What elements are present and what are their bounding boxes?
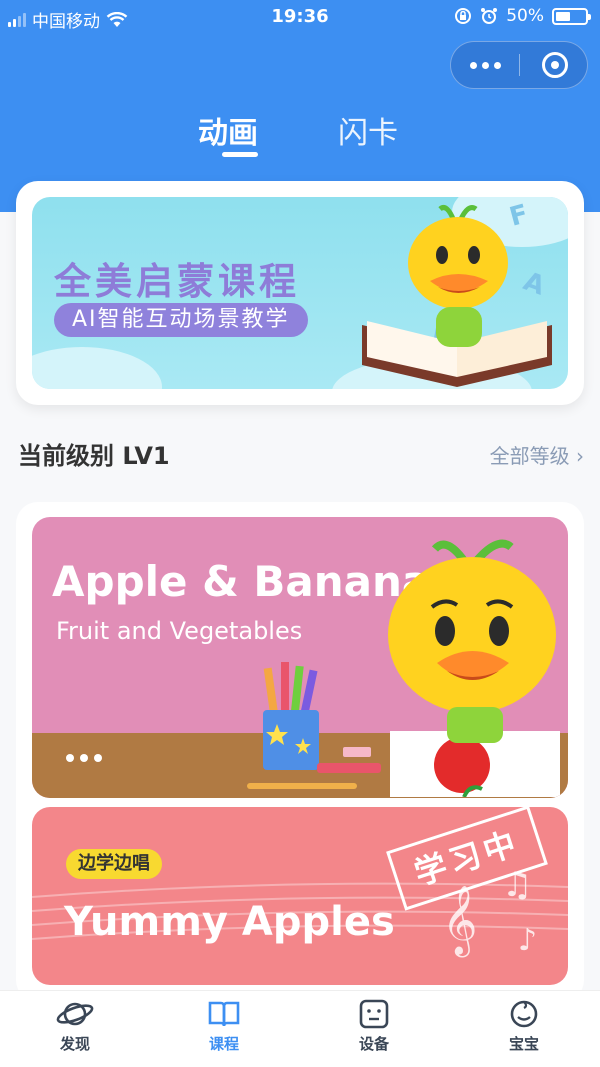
nav-item-courses[interactable]: 课程 <box>174 999 274 1054</box>
nav-label: 宝宝 <box>508 1035 539 1053</box>
music-note-icon: ♪ <box>518 923 538 958</box>
book-icon <box>208 1001 240 1027</box>
current-level-title: 当前级别 LV1 <box>18 442 170 470</box>
duck-mascot-illustration <box>388 539 556 743</box>
nav-label: 课程 <box>208 1035 239 1053</box>
nav-label: 设备 <box>358 1035 389 1053</box>
course-title: Yummy Apples <box>64 899 395 945</box>
banner-subtitle: AI智能互动场景教学 <box>54 303 308 337</box>
course-more-icon[interactable] <box>66 754 102 762</box>
nav-label: 发现 <box>59 1035 90 1053</box>
tab-flashcards[interactable]: 闪卡 <box>338 108 398 152</box>
course-card-apple-banana[interactable]: Apple & Banana Fruit and Vegetables <box>32 517 568 798</box>
treble-clef-icon: 𝄞 <box>442 885 478 955</box>
course-subtitle: Fruit and Vegetables <box>56 617 303 645</box>
promo-banner[interactable]: 全美启蒙课程 AI智能互动场景教学 F A A <box>32 197 568 389</box>
music-note-icon: ♫ <box>502 865 533 905</box>
course-list-card: Apple & Banana Fruit and Vegetables 边学边唱… <box>16 502 584 1002</box>
brush-and-crayon-illustration <box>247 747 381 789</box>
banner-letter: A <box>519 266 549 302</box>
course-card-yummy-apples[interactable]: 边学边唱 Yummy Apples 学习中 𝄞 ♫ ♪ <box>32 807 568 985</box>
planet-icon <box>56 1002 94 1026</box>
all-levels-link[interactable]: 全部等级 › <box>490 440 584 469</box>
all-levels-label: 全部等级 <box>489 444 570 468</box>
alarm-icon <box>481 8 498 24</box>
nav-item-device[interactable]: 设备 <box>324 999 424 1054</box>
target-circle-icon[interactable] <box>520 42 589 88</box>
battery-percent: 50% <box>506 6 544 26</box>
banner-title: 全美启蒙课程 <box>54 260 300 303</box>
baby-face-icon <box>510 1000 538 1028</box>
tab-animation[interactable]: 动画 <box>198 108 258 152</box>
cloud-decoration <box>32 347 162 389</box>
rotation-lock-icon <box>455 8 472 24</box>
nav-item-baby[interactable]: 宝宝 <box>474 999 574 1054</box>
status-right: 50% <box>454 6 591 26</box>
chevron-right-icon: › <box>576 444 584 468</box>
bottom-nav: 发现 课程 设备 宝宝 <box>0 990 600 1067</box>
tab-active-indicator <box>222 152 258 157</box>
banner-card[interactable]: 全美启蒙课程 AI智能互动场景教学 F A A <box>16 181 584 405</box>
tag-sing-along: 边学边唱 <box>66 849 162 879</box>
duck-mascot-illustration <box>408 205 508 347</box>
course-title: Apple & Banana <box>52 557 431 606</box>
status-bar: 中国移动 19:36 50% <box>0 0 600 34</box>
nav-item-discover[interactable]: 发现 <box>25 999 125 1054</box>
battery-icon <box>552 7 591 25</box>
more-dots-icon[interactable] <box>451 42 520 88</box>
miniprogram-capsule <box>450 41 588 89</box>
device-icon <box>359 999 389 1029</box>
